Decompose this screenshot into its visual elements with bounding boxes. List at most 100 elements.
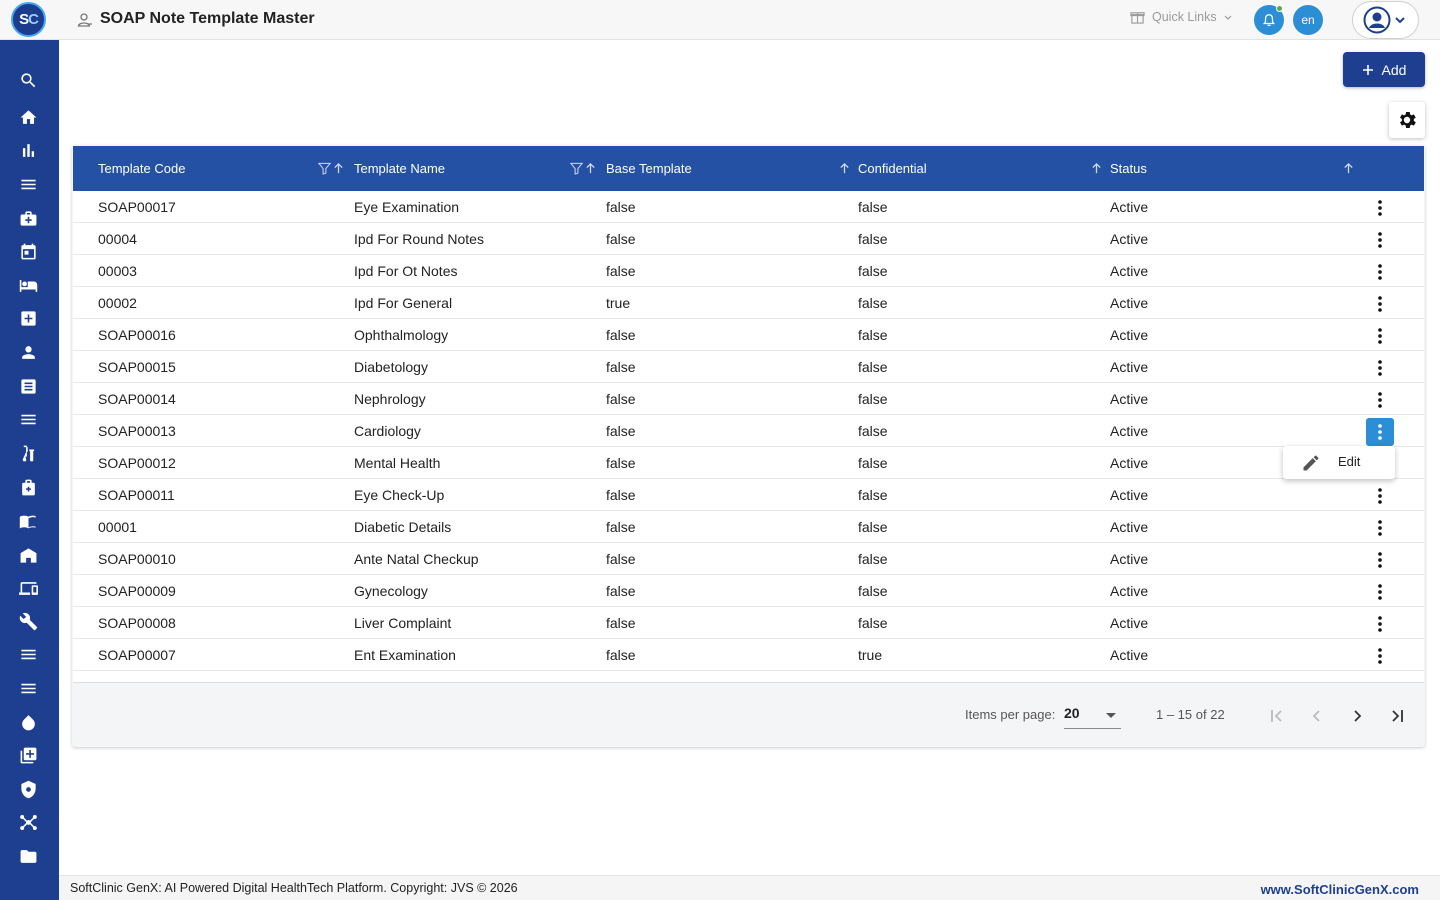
bar-chart-icon[interactable] (18, 140, 38, 160)
app-logo[interactable]: SC (11, 2, 46, 37)
network-icon[interactable] (18, 812, 38, 832)
confidential-cell: false (858, 583, 888, 599)
base-template-cell: true (606, 295, 631, 311)
items-per-page-value: 20 (1064, 705, 1080, 721)
base-template-cell: false (606, 551, 636, 567)
folder-icon[interactable] (18, 846, 38, 866)
table-row[interactable]: SOAP00007 Ent Examination false true Active (73, 639, 1424, 671)
row-actions-button[interactable] (1366, 482, 1394, 510)
column-header-status[interactable]: Status (1110, 146, 1147, 191)
sort-arrow-icon[interactable] (1090, 162, 1103, 175)
pharmacy-icon[interactable] (18, 477, 38, 497)
row-actions-button[interactable] (1366, 642, 1394, 670)
sort-arrow-icon[interactable] (838, 162, 851, 175)
menu-icon[interactable] (18, 174, 38, 194)
confidential-cell: false (858, 615, 888, 631)
table-row[interactable]: SOAP00016 Ophthalmology false false Active (73, 319, 1424, 351)
table-row[interactable]: 00003 Ipd For Ot Notes false false Active (73, 255, 1424, 287)
table-row[interactable]: SOAP00017 Eye Examination false false Active (73, 191, 1424, 223)
home-icon[interactable] (18, 107, 38, 127)
filter-icon[interactable] (318, 162, 331, 175)
table-row[interactable]: 00001 Diabetic Details false false Active (73, 511, 1424, 543)
menu-icon[interactable] (18, 409, 38, 429)
previous-page-button[interactable] (1304, 703, 1330, 729)
profile-menu-button[interactable] (1352, 1, 1419, 39)
row-actions-button[interactable] (1366, 354, 1394, 382)
template-code-cell: 00001 (98, 519, 137, 535)
quick-links-dropdown[interactable]: Quick Links (1130, 9, 1232, 24)
table-row[interactable]: SOAP00009 Gynecology false false Active (73, 575, 1424, 607)
confidential-cell: false (858, 455, 888, 471)
sort-arrow-icon[interactable] (1342, 162, 1355, 175)
table-row[interactable]: 00004 Ipd For Round Notes false false Active (73, 223, 1424, 255)
search-icon[interactable] (18, 70, 38, 90)
row-actions-button[interactable] (1366, 290, 1394, 318)
shield-icon[interactable] (18, 779, 38, 799)
row-actions-button[interactable] (1366, 610, 1394, 638)
row-actions-button[interactable] (1366, 578, 1394, 606)
row-actions-button[interactable] (1366, 546, 1394, 574)
first-page-button[interactable] (1264, 703, 1290, 729)
menu-icon[interactable] (18, 678, 38, 698)
sort-arrow-icon[interactable] (332, 162, 345, 175)
document-icon[interactable] (18, 376, 38, 396)
row-actions-button[interactable] (1366, 226, 1394, 254)
calendar-icon[interactable] (18, 241, 38, 261)
table-row[interactable]: SOAP00012 Mental Health false false Active (73, 447, 1424, 479)
medical-plus-icon[interactable] (18, 308, 38, 328)
column-settings-button[interactable] (1389, 102, 1425, 138)
devices-icon[interactable] (18, 578, 38, 598)
menu-icon[interactable] (18, 644, 38, 664)
template-code-cell: SOAP00007 (98, 647, 176, 663)
row-actions-button[interactable] (1366, 194, 1394, 222)
status-cell: Active (1110, 455, 1149, 471)
row-actions-button[interactable] (1366, 386, 1394, 414)
add-box-icon[interactable] (18, 745, 38, 765)
filter-icon[interactable] (570, 162, 583, 175)
template-name-cell: Eye Check-Up (354, 487, 445, 503)
column-header-template-code[interactable]: Template Code (98, 146, 185, 191)
confidential-cell: false (858, 487, 888, 503)
table-row[interactable]: SOAP00015 Diabetology false false Active (73, 351, 1424, 383)
row-actions-button[interactable] (1366, 514, 1394, 542)
table-row[interactable]: 00002 Ipd For General true false Active (73, 287, 1424, 319)
confidential-cell: false (858, 551, 888, 567)
medical-bag-icon[interactable] (18, 208, 38, 228)
add-button[interactable]: Add (1343, 52, 1425, 87)
column-header-template-name[interactable]: Template Name (354, 146, 445, 191)
column-header-base-template[interactable]: Base Template (606, 146, 692, 191)
table-row[interactable]: SOAP00013 Cardiology false false Active (73, 415, 1424, 447)
column-header-confidential[interactable]: Confidential (858, 146, 927, 191)
store-icon[interactable] (18, 545, 38, 565)
template-name-cell: Ipd For Ot Notes (354, 263, 458, 279)
book-icon[interactable] (18, 511, 38, 531)
sort-arrow-icon[interactable] (584, 162, 597, 175)
table-row[interactable]: SOAP00014 Nephrology false false Active (73, 383, 1424, 415)
table-row[interactable]: SOAP00008 Liver Complaint false false Active (73, 607, 1424, 639)
table-row[interactable]: SOAP00010 Ante Natal Checkup false false Act… (73, 543, 1424, 575)
language-button[interactable]: en (1293, 5, 1323, 35)
footer-website-link[interactable]: www.SoftClinicGenX.com (1261, 882, 1419, 897)
drop-icon[interactable] (18, 712, 38, 732)
status-cell: Active (1110, 487, 1149, 503)
more-vert-icon (1378, 488, 1382, 504)
more-vert-icon (1378, 552, 1382, 568)
row-actions-button[interactable] (1366, 258, 1394, 286)
chevron-down-icon (1395, 17, 1405, 24)
wrench-icon[interactable] (18, 611, 38, 631)
bed-icon[interactable] (18, 275, 38, 295)
template-name-cell: Cardiology (354, 423, 421, 439)
template-name-cell: Ent Examination (354, 647, 456, 663)
table-row[interactable]: SOAP00011 Eye Check-Up false false Active (73, 479, 1424, 511)
edit-menu-item[interactable]: Edit (1338, 454, 1360, 469)
last-page-button[interactable] (1384, 703, 1410, 729)
next-page-button[interactable] (1344, 703, 1370, 729)
person-icon[interactable] (18, 342, 38, 362)
status-cell: Active (1110, 295, 1149, 311)
lab-icon[interactable] (18, 443, 38, 463)
row-action-menu: Edit (1283, 446, 1395, 479)
row-actions-button[interactable] (1366, 418, 1394, 446)
gift-icon (1130, 12, 1145, 24)
row-actions-button[interactable] (1366, 322, 1394, 350)
items-per-page-select[interactable]: 20 (1064, 703, 1121, 729)
